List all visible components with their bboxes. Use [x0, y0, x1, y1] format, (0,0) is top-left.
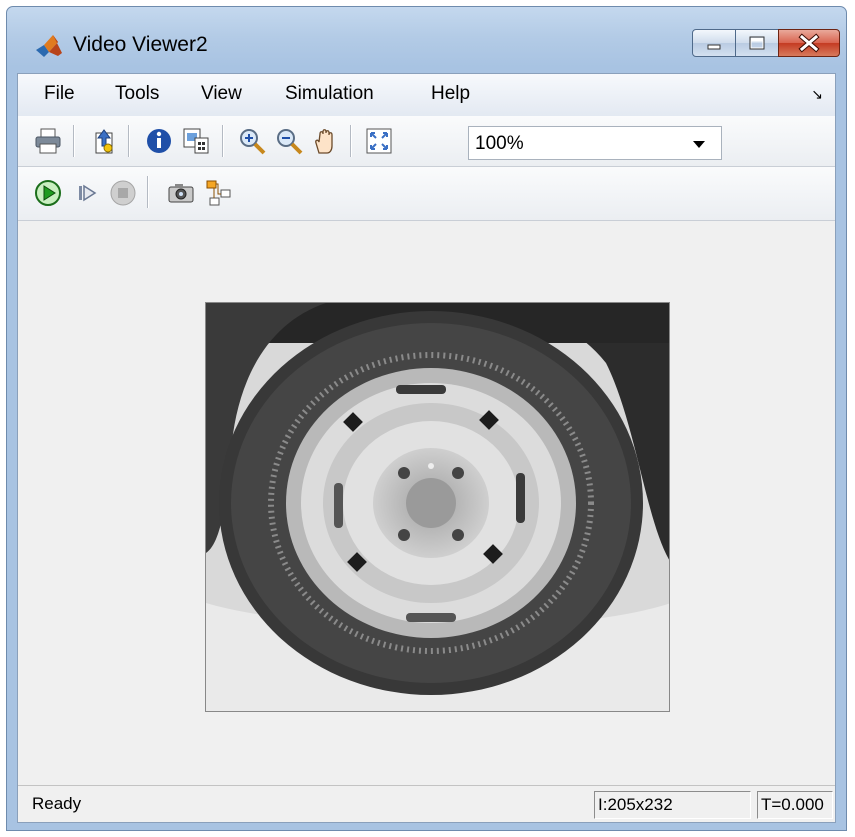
stop-button[interactable]: [108, 178, 138, 208]
zoom-level-value: 100%: [475, 133, 524, 154]
menu-bar: File Tools View Simulation Help ↘: [18, 74, 835, 117]
highlight-block-icon: [206, 180, 231, 206]
snapshot-button[interactable]: [166, 178, 196, 208]
play-icon: [35, 180, 61, 206]
matlab-logo-icon: [36, 35, 62, 57]
highlight-block-button[interactable]: [204, 178, 234, 208]
step-forward-button[interactable]: [72, 178, 102, 208]
video-display-area: [18, 221, 835, 786]
video-frame-image: [205, 302, 670, 712]
menu-simulation[interactable]: Simulation: [285, 83, 374, 105]
play-button[interactable]: [33, 178, 63, 208]
dropdown-arrow-icon: [693, 141, 705, 148]
maximize-button[interactable]: [735, 29, 779, 57]
print-button[interactable]: [33, 126, 63, 156]
fit-to-view-icon: [366, 128, 392, 154]
close-icon: [798, 33, 820, 53]
minimize-icon: [707, 44, 721, 50]
menu-help[interactable]: Help: [431, 83, 470, 105]
status-bar: Ready I:205x232 T=0.000: [18, 785, 835, 822]
zoom-level-select[interactable]: 100%: [468, 126, 722, 160]
title-bar[interactable]: Video Viewer2: [7, 7, 846, 73]
caption-buttons: [692, 29, 840, 59]
image-size-readout: I:205x232: [594, 791, 751, 819]
print-icon: [35, 128, 61, 154]
zoom-out-button[interactable]: [274, 126, 304, 156]
main-toolbar: 100%: [18, 116, 835, 167]
snapshot-icon: [168, 184, 194, 203]
stop-icon: [110, 180, 136, 206]
fit-to-view-button[interactable]: [364, 126, 394, 156]
pan-button[interactable]: [310, 126, 340, 156]
open-button[interactable]: [88, 126, 118, 156]
export-button[interactable]: [181, 126, 211, 156]
client-area: File Tools View Simulation Help ↘ 100% R…: [17, 73, 836, 823]
playback-toolbar: [18, 167, 835, 221]
pan-hand-icon: [315, 129, 333, 154]
minimize-button[interactable]: [692, 29, 736, 57]
close-button[interactable]: [778, 29, 840, 57]
menu-file[interactable]: File: [44, 83, 75, 105]
info-icon: [147, 129, 171, 153]
info-button[interactable]: [144, 126, 174, 156]
menu-tools[interactable]: Tools: [115, 83, 159, 105]
dock-arrow-icon[interactable]: ↘: [811, 86, 823, 103]
zoom-in-icon: [240, 129, 266, 155]
open-icon: [95, 129, 113, 154]
time-readout: T=0.000: [757, 791, 833, 819]
video-viewer-window: Video Viewer2 File Tools View Simulation…: [6, 6, 847, 831]
zoom-in-button[interactable]: [237, 126, 267, 156]
car-wheel-image: [206, 303, 669, 711]
maximize-icon: [749, 36, 765, 50]
status-text: Ready: [32, 794, 82, 813]
window-title: Video Viewer2: [73, 33, 208, 56]
step-forward-icon: [79, 184, 97, 202]
export-icon: [183, 128, 209, 154]
zoom-out-icon: [277, 129, 303, 155]
menu-view[interactable]: View: [201, 83, 242, 105]
